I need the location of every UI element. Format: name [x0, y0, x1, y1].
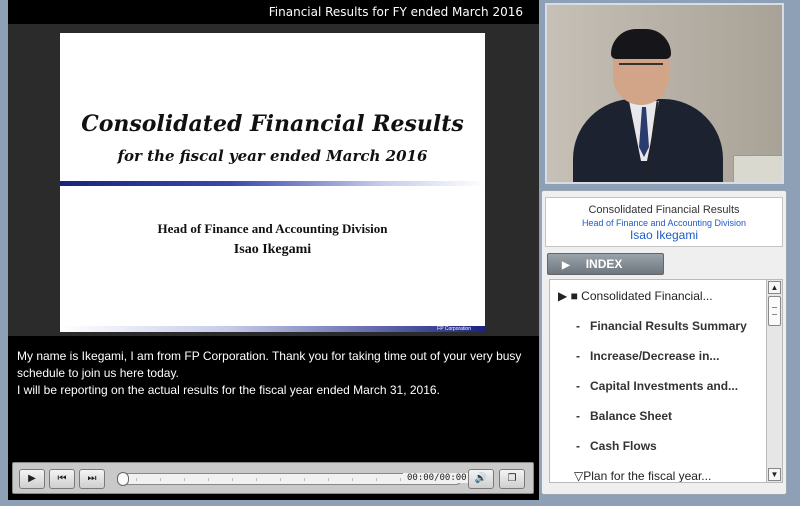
index-item-consolidated[interactable]: ▶ ■ Consolidated Financial...	[558, 289, 713, 303]
index-item-plan[interactable]: ▽Plan for the fiscal year...	[574, 469, 712, 483]
slide-viewer: Consolidated Financial Results for the f…	[8, 24, 539, 336]
transcript-caption: My name is Ikegami, I am from FP Corpora…	[17, 348, 532, 399]
index-item-label: Consolidated Financial...	[581, 289, 713, 303]
index-item-prefix: -	[576, 409, 580, 423]
player-controls: ▶ ⏮ ⏭ 00:00/00:00 🔊 ❐	[12, 462, 534, 494]
index-item-prefix: -	[576, 439, 580, 453]
index-item-prefix: -	[576, 349, 580, 363]
caption-line: schedule to join us here today.	[17, 366, 179, 380]
index-item-label: Cash Flows	[590, 439, 657, 453]
scroll-up-icon[interactable]: ▲	[768, 281, 781, 294]
presentation-info: Consolidated Financial Results Head of F…	[545, 197, 783, 247]
index-item-label: Increase/Decrease in...	[590, 349, 720, 363]
seek-handle[interactable]	[117, 472, 129, 486]
presentation-title: Financial Results for FY ended March 201…	[268, 5, 523, 19]
index-toggle-button[interactable]: ▶ INDEX	[547, 253, 664, 275]
index-item-increase-decrease[interactable]: - Increase/Decrease in...	[576, 349, 719, 363]
play-button[interactable]: ▶	[19, 469, 45, 489]
index-panel: Consolidated Financial Results Head of F…	[541, 190, 787, 495]
next-icon: ⏭	[87, 473, 97, 484]
info-title: Consolidated Financial Results	[588, 204, 740, 216]
index-item-label: Financial Results Summary	[590, 319, 747, 333]
index-item-prefix: -	[576, 319, 580, 333]
volume-button[interactable]: 🔊	[468, 469, 494, 489]
presentation-area: Financial Results for FY ended March 201…	[8, 0, 539, 500]
previous-icon: ⏮	[57, 473, 67, 484]
slide-presenter-name: Isao Ikegami	[233, 242, 312, 257]
slide-footer-bar	[60, 326, 485, 332]
index-item-label: Balance Sheet	[590, 409, 673, 423]
slide-title: Consolidated Financial Results	[81, 111, 464, 137]
caption-line: I will be reporting on the actual result…	[17, 383, 440, 397]
index-list: ▶ ■ Consolidated Financial... - Financia…	[549, 279, 783, 483]
podium	[733, 155, 782, 182]
index-item-prefix: -	[576, 379, 580, 393]
index-scrollbar[interactable]: ▲ ▼	[766, 280, 782, 482]
volume-icon: 🔊	[474, 473, 488, 484]
caption-line: My name is Ikegami, I am from FP Corpora…	[17, 349, 522, 363]
index-item-label: Capital Investments and...	[590, 379, 739, 393]
slide-divider	[60, 181, 485, 186]
scroll-down-icon[interactable]: ▼	[768, 468, 781, 481]
speaker-glasses	[619, 63, 663, 73]
next-button[interactable]: ⏭	[79, 469, 105, 489]
slide: Consolidated Financial Results for the f…	[60, 33, 485, 332]
info-role: Head of Finance and Accounting Division	[581, 218, 747, 228]
slide-footer-logo: FP Corporation	[437, 326, 471, 332]
index-item-financial-results-summary[interactable]: - Financial Results Summary	[576, 319, 747, 333]
window-icon: ❐	[507, 473, 517, 484]
index-item-capital-investments[interactable]: - Capital Investments and...	[576, 379, 738, 393]
time-display: 00:00/00:00	[403, 473, 471, 483]
previous-button[interactable]: ⏮	[49, 469, 75, 489]
index-item-cash-flows[interactable]: - Cash Flows	[576, 439, 657, 453]
slide-presenter-role: Head of Finance and Accounting Division	[157, 221, 388, 236]
index-item-balance-sheet[interactable]: - Balance Sheet	[576, 409, 672, 423]
info-name: Isao Ikegami	[629, 228, 699, 242]
window-button[interactable]: ❐	[499, 469, 525, 489]
index-item-label: Plan for the fiscal year...	[583, 469, 712, 483]
slide-subtitle: for the fiscal year ended March 2016	[117, 147, 428, 165]
index-item-prefix: ▶ ■	[558, 289, 578, 303]
scroll-thumb[interactable]	[768, 296, 781, 326]
index-item-prefix: ▽	[574, 469, 584, 483]
index-label: INDEX	[585, 257, 623, 271]
speaker-video[interactable]	[545, 3, 784, 184]
play-arrow-icon: ▶	[562, 260, 570, 271]
play-icon: ▶	[28, 473, 36, 484]
